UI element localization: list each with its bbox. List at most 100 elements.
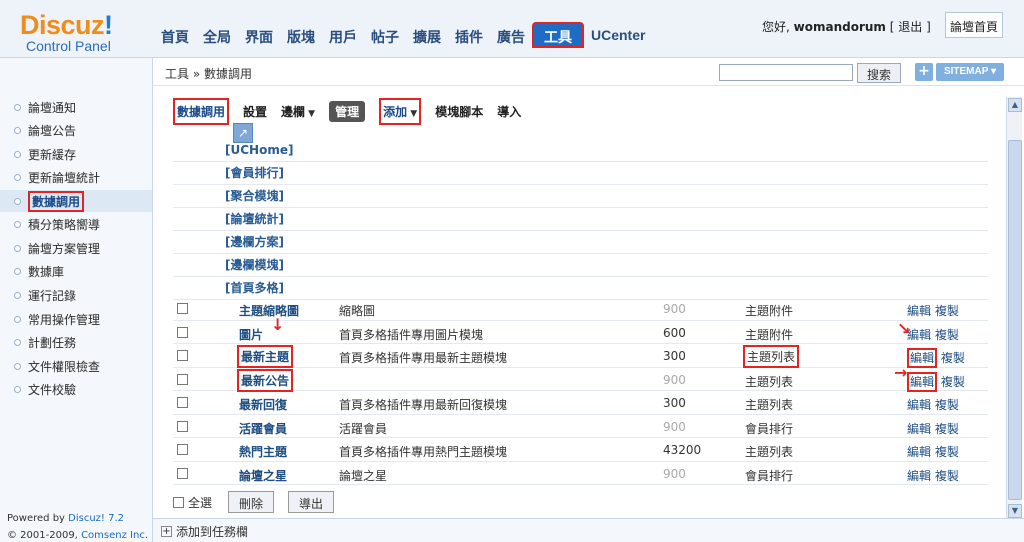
nav-home[interactable]: 首頁 [154, 22, 196, 50]
row-checkbox[interactable] [177, 420, 188, 432]
toolbar: 數據調用 設置 邊欄 ▼ 管理 添加 ▼ 模塊腳本 導入 [173, 97, 535, 125]
nav-ads[interactable]: 廣告 [490, 22, 532, 50]
module-cache-time: 900 [663, 302, 686, 316]
module-script-link[interactable]: 模塊腳本 [435, 103, 483, 120]
sidebar-item-update-stats[interactable]: 更新論壇統計 [14, 166, 100, 188]
logout-link[interactable]: [ 退出 ] [890, 20, 931, 34]
copy-link[interactable]: 複製 [941, 375, 965, 389]
nav-plugins[interactable]: 插件 [448, 22, 490, 50]
scroll-thumb[interactable] [1008, 140, 1022, 500]
sidebar-item-announcements[interactable]: 論壇公告 [14, 119, 76, 141]
row-checkbox[interactable] [177, 467, 188, 479]
copy-link[interactable]: 複製 [935, 398, 959, 412]
copy-link[interactable]: 複製 [935, 304, 959, 318]
sidebar-item-notices[interactable]: 論壇通知 [14, 96, 76, 118]
bullet-icon [14, 126, 21, 134]
sidebar-item-forum-schemes[interactable]: 論壇方案管理 [14, 237, 100, 259]
chevron-down-icon: ▾ [991, 66, 997, 77]
module-name-link[interactable]: 主題縮略圖 [239, 302, 299, 319]
row-checkbox[interactable] [177, 373, 188, 385]
toolbar-title[interactable]: 數據調用 [173, 97, 230, 125]
category-aggregate[interactable]: [聚合模塊] [173, 185, 988, 208]
sidebar-dropdown[interactable]: 邊欄 ▼ [281, 103, 315, 120]
delete-button[interactable]: 刪除 [228, 491, 275, 513]
sidebar-item-label: 計劃任務 [28, 335, 77, 350]
row-checkbox[interactable] [177, 350, 188, 361]
search-input[interactable] [719, 64, 853, 81]
add-to-taskbar[interactable]: + 添加到任務欄 [161, 523, 248, 540]
forum-home-button[interactable]: 論壇首頁 [945, 12, 1003, 38]
module-name-link[interactable]: 熱門主題 [239, 443, 287, 460]
copy-link[interactable]: 複製 [935, 469, 959, 483]
export-button[interactable]: 導出 [288, 491, 335, 513]
copy-link[interactable]: 複製 [935, 445, 959, 459]
sidebar-item-file-perms[interactable]: 文件權限檢查 [14, 355, 100, 377]
row-checkbox[interactable] [177, 326, 188, 338]
search-button[interactable]: 搜索 [857, 63, 901, 83]
category-sidebar-modules[interactable]: [邊欄模塊] [173, 254, 988, 277]
category-sidebar-schemes[interactable]: [邊欄方案] [173, 231, 988, 254]
sidebar-item-file-verify[interactable]: 文件校驗 [14, 378, 76, 400]
sidebar-item-cron[interactable]: 計劃任務 [14, 331, 76, 353]
module-name-link[interactable]: 活躍會員 [239, 420, 287, 437]
add-dropdown-label: 添加 [383, 104, 408, 119]
select-all-checkbox[interactable] [173, 496, 184, 508]
sidebar-item-database[interactable]: 數據庫 [14, 260, 64, 282]
edit-link[interactable]: 編輯 [907, 398, 931, 412]
powered-version-link[interactable]: Discuz! 7.2 [68, 513, 124, 524]
edit-link[interactable]: 編輯 [907, 371, 938, 392]
scroll-down-icon[interactable]: ▼ [1008, 504, 1022, 518]
nav-posts[interactable]: 帖子 [364, 22, 406, 50]
module-name-link[interactable]: 圖片 [239, 326, 263, 343]
nav-tools[interactable]: 工具 [532, 22, 584, 48]
module-name-link[interactable]: 論壇之星 [239, 467, 287, 484]
edit-link[interactable]: 編輯 [907, 348, 938, 368]
table-row: 圖片 首頁多格插件專用圖片模塊 600 主題附件 編輯 複製 [173, 321, 988, 344]
copy-link[interactable]: 複製 [935, 328, 959, 342]
copy-link[interactable]: 複製 [935, 422, 959, 436]
nav-forums[interactable]: 版塊 [280, 22, 322, 50]
edit-link[interactable]: 編輯 [907, 469, 931, 483]
nav-interface[interactable]: 界面 [238, 22, 280, 50]
scroll-up-icon[interactable]: ▲ [1008, 98, 1022, 112]
add-icon[interactable]: + [915, 63, 933, 81]
settings-link[interactable]: 設置 [243, 103, 267, 120]
annotation-arrow-icon: → [894, 363, 908, 382]
copyright-link[interactable]: Comsenz Inc. [81, 530, 148, 541]
add-dropdown[interactable]: 添加 ▼ [379, 97, 422, 125]
category-member-rank[interactable]: [會員排行] [173, 162, 988, 185]
nav-extensions[interactable]: 擴展 [406, 22, 448, 50]
bullet-icon [14, 173, 21, 181]
sidebar-item-common-ops[interactable]: 常用操作管理 [14, 308, 100, 330]
nav-global[interactable]: 全局 [196, 22, 238, 50]
module-name-link[interactable]: 最新主題 [237, 345, 294, 368]
manage-button[interactable]: 管理 [329, 100, 366, 122]
edit-link[interactable]: 編輯 [907, 304, 931, 318]
row-checkbox[interactable] [177, 303, 188, 314]
module-name-link[interactable]: 最新公告 [237, 368, 294, 392]
sitemap-button[interactable]: SITEMAP ▾ [936, 63, 1004, 81]
category-forum-stats[interactable]: [論壇統計] [173, 208, 988, 231]
vertical-scrollbar[interactable]: ▲ ▼ [1006, 97, 1022, 519]
row-checkbox[interactable] [177, 397, 188, 408]
bullet-icon [14, 103, 21, 111]
row-checkbox[interactable] [177, 444, 188, 455]
edit-link[interactable]: 編輯 [907, 328, 931, 342]
nav-users[interactable]: 用戶 [322, 22, 364, 50]
header: Discuz! Control Panel 首頁 全局 界面 版塊 用戶 帖子 … [0, 0, 1024, 58]
category-uchome[interactable]: [UCHome] [173, 139, 988, 162]
import-link[interactable]: 導入 [497, 103, 521, 120]
sidebar-item-data-call[interactable]: 數據調用 [0, 190, 152, 212]
select-all-label[interactable]: 全選 [188, 494, 212, 511]
top-nav: 首頁 全局 界面 版塊 用戶 帖子 擴展 插件 廣告 工具 UCenter [154, 22, 652, 50]
sidebar-item-credit-wizard[interactable]: 積分策略嚮導 [14, 213, 100, 235]
sidebar-item-label: 文件校驗 [28, 382, 77, 397]
copy-link[interactable]: 複製 [941, 351, 965, 365]
logo[interactable]: Discuz! Control Panel [20, 10, 140, 54]
nav-ucenter[interactable]: UCenter [584, 22, 652, 50]
edit-link[interactable]: 編輯 [907, 445, 931, 459]
module-name-link[interactable]: 最新回復 [239, 396, 287, 413]
sidebar-item-logs[interactable]: 運行記錄 [14, 284, 76, 306]
edit-link[interactable]: 編輯 [907, 422, 931, 436]
sidebar-item-update-cache[interactable]: 更新緩存 [14, 143, 76, 165]
